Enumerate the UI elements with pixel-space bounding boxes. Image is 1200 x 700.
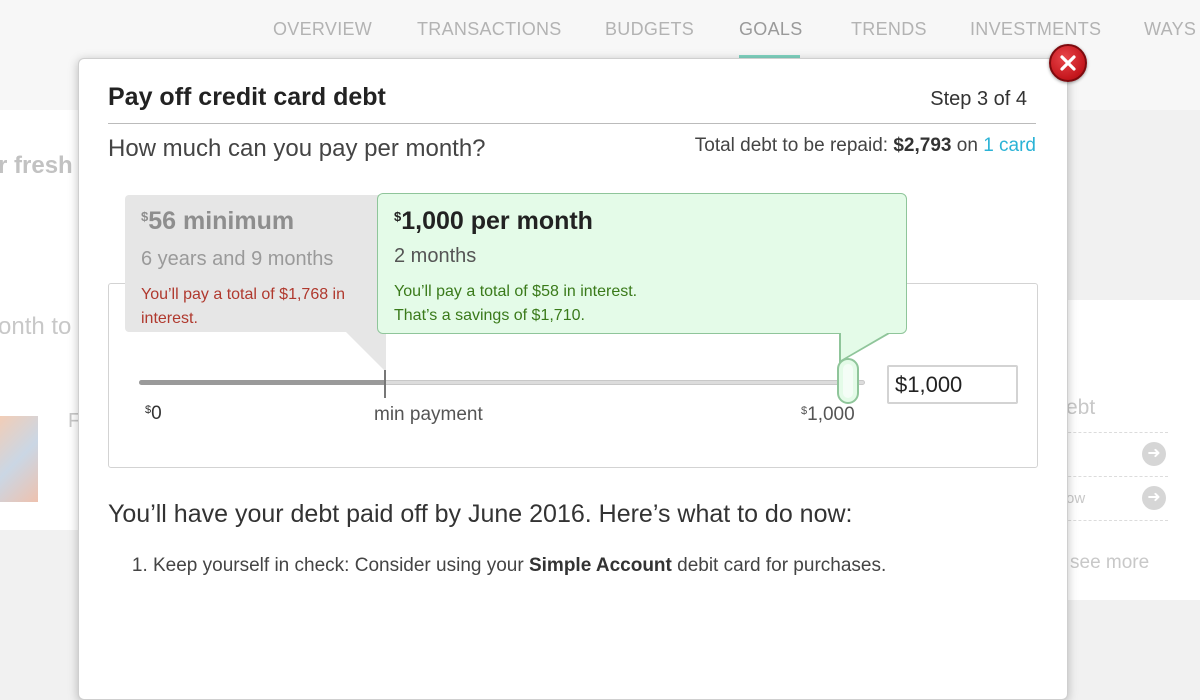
selected-bubble-pointer <box>841 332 889 360</box>
monthly-payment-input[interactable] <box>887 365 1018 404</box>
background-divider <box>1058 520 1168 521</box>
payment-question: How much can you pay per month? <box>108 135 486 162</box>
payment-slider-handle[interactable] <box>837 358 859 404</box>
background-debt-text: ebt <box>1066 396 1096 419</box>
selected-amount-text: 1,000 per month <box>401 207 593 235</box>
background-see-more-link[interactable]: see more <box>1070 552 1149 574</box>
selected-payoff-duration: 2 months <box>394 245 477 267</box>
nav-transactions[interactable]: TRANSACTIONS <box>417 19 562 40</box>
total-debt-label: Total debt to be repaid: <box>694 135 889 156</box>
background-card-thumbnail <box>0 416 38 502</box>
background-divider <box>1058 432 1168 433</box>
slider-max-value: 1,000 <box>807 404 855 425</box>
minimum-payment-amount: $56 minimum <box>141 207 294 236</box>
step-text-after: debit card for purchases. <box>671 555 887 576</box>
nav-ways[interactable]: WAYS <box>1144 19 1196 40</box>
step-text-before: Keep yourself in check: Consider using y… <box>153 555 529 576</box>
minimum-amount-text: 56 minimum <box>148 207 295 235</box>
modal-title: Pay off credit card debt <box>108 83 386 111</box>
background-arrow-icon[interactable]: ➜ <box>1142 442 1166 466</box>
action-steps-list: Keep yourself in check: Consider using y… <box>129 553 953 579</box>
title-divider <box>108 123 1036 124</box>
slider-zero-label: $0 <box>145 403 162 425</box>
nav-overview[interactable]: OVERVIEW <box>273 19 372 40</box>
nav-trends[interactable]: TRENDS <box>851 19 927 40</box>
pay-off-debt-modal: Pay off credit card debt Step 3 of 4 How… <box>78 58 1068 700</box>
minimum-interest-note: You’ll pay a total of $1,768 in interest… <box>141 286 346 327</box>
close-icon <box>1060 55 1076 71</box>
selected-currency-symbol: $ <box>394 209 402 224</box>
step-text-bold: Simple Account <box>528 555 672 576</box>
total-debt-summary: Total debt to be repaid: $2,793 on 1 car… <box>695 135 1036 157</box>
slider-max-label: $1,000 <box>801 404 855 426</box>
selected-payment-bubble: $1,000 per month 2 months You’ll pay a t… <box>377 193 907 334</box>
slider-zero-value: 0 <box>151 403 162 424</box>
payment-slider-min-fill <box>139 380 385 385</box>
close-button[interactable] <box>1049 44 1087 82</box>
minimum-payment-bubble: $56 minimum 6 years and 9 months You’ll … <box>125 195 387 332</box>
nav-budgets[interactable]: BUDGETS <box>605 19 694 40</box>
total-debt-on: on <box>956 135 978 156</box>
list-item: Keep yourself in check: Consider using y… <box>153 553 953 579</box>
slider-zero-currency: $ <box>145 404 152 416</box>
nav-goals[interactable]: GOALS <box>739 19 803 40</box>
selected-interest-line: You’ll pay a total of $58 in interest. <box>394 283 638 300</box>
card-count-link[interactable]: 1 card <box>983 135 1036 156</box>
background-divider <box>1058 476 1168 477</box>
min-payment-marker <box>384 370 386 398</box>
total-debt-amount: $2,793 <box>893 135 952 156</box>
selected-payment-amount: $1,000 per month <box>394 207 593 236</box>
step-indicator: Step 3 of 4 <box>930 88 1027 110</box>
background-fresh-text: r fresh <box>0 152 73 179</box>
background-ow-text: ow <box>1066 490 1086 507</box>
background-arrow-icon[interactable]: ➜ <box>1142 486 1166 510</box>
minimum-bubble-pointer <box>346 332 386 372</box>
minimum-payoff-duration: 6 years and 9 months <box>141 248 334 270</box>
slider-min-label: min payment <box>374 404 483 425</box>
background-month-text: onth to <box>0 313 72 340</box>
minimum-currency-symbol: $ <box>141 209 149 224</box>
slider-max-currency: $ <box>801 405 808 417</box>
payoff-date-statement: You’ll have your debt paid off by June 2… <box>108 500 853 528</box>
nav-investments[interactable]: INVESTMENTS <box>970 19 1101 40</box>
selected-savings-line: That’s a savings of $1,710. <box>394 307 585 324</box>
selected-interest-note: You’ll pay a total of $58 in interest. T… <box>394 280 637 328</box>
